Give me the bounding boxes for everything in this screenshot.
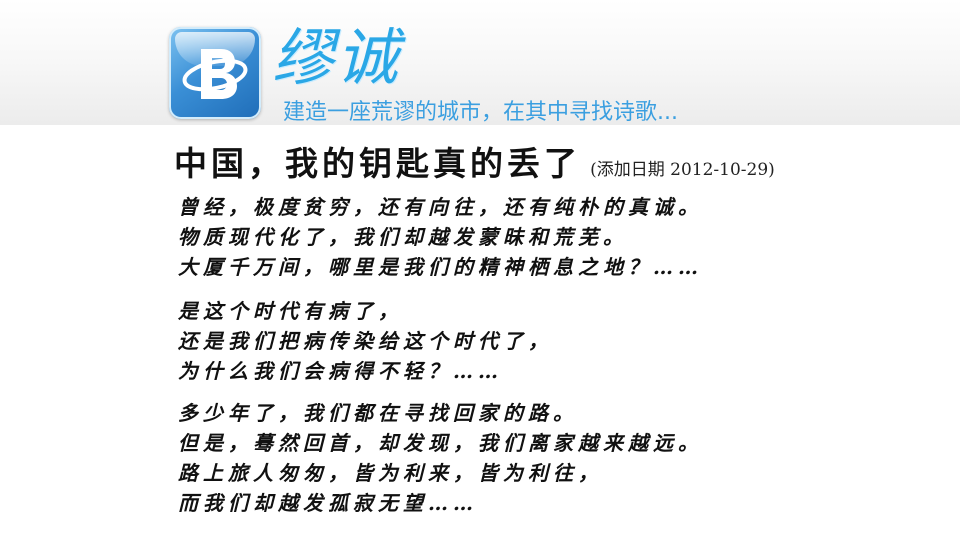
- article-title: 中国，我的钥匙真的丢了: [174, 144, 581, 183]
- article-title-row: 中国，我的钥匙真的丢了 (添加日期 2012-10-29): [174, 143, 775, 185]
- poem-line: 是这个时代有病了，: [178, 299, 403, 323]
- poem-line: 物质现代化了，我们却越发蒙昧和荒芜。: [178, 225, 628, 249]
- logo-b-icon: [182, 49, 248, 99]
- site-tagline: 建造一座荒谬的城市，在其中寻找诗歌...: [283, 100, 678, 125]
- stanza: 是这个时代有病了， 还是我们把病传染给这个时代了， 为什么我们会病得不轻？……: [178, 297, 818, 387]
- poem-line: 大厦千万间，哪里是我们的精神栖息之地？……: [178, 255, 703, 279]
- poem-line: 多少年了，我们都在寻找回家的路。: [178, 401, 578, 425]
- added-date: (添加日期 2012-10-29): [590, 160, 775, 180]
- poem-line: 还是我们把病传染给这个时代了，: [178, 329, 553, 353]
- poem-line: 曾经，极度贫穷，还有向往，还有纯朴的真诚。: [178, 195, 703, 219]
- poem-line: 但是，蓦然回首，却发现，我们离家越来越远。: [178, 431, 703, 455]
- poem-line: 为什么我们会病得不轻？……: [178, 359, 503, 383]
- poem-line: 路上旅人匆匆，皆为利来，皆为利往，: [178, 461, 603, 485]
- stanza: 多少年了，我们都在寻找回家的路。 但是，蓦然回首，却发现，我们离家越来越远。 路…: [178, 399, 818, 519]
- page: 缪诚 建造一座荒谬的城市，在其中寻找诗歌... 中国，我的钥匙真的丢了 (添加日…: [0, 0, 960, 540]
- stanza: 曾经，极度贫穷，还有向往，还有纯朴的真诚。 物质现代化了，我们却越发蒙昧和荒芜。…: [178, 193, 818, 283]
- poem-line: 而我们却越发孤寂无望……: [178, 491, 478, 515]
- site-logo[interactable]: [169, 27, 261, 119]
- site-name[interactable]: 缪诚: [272, 16, 432, 100]
